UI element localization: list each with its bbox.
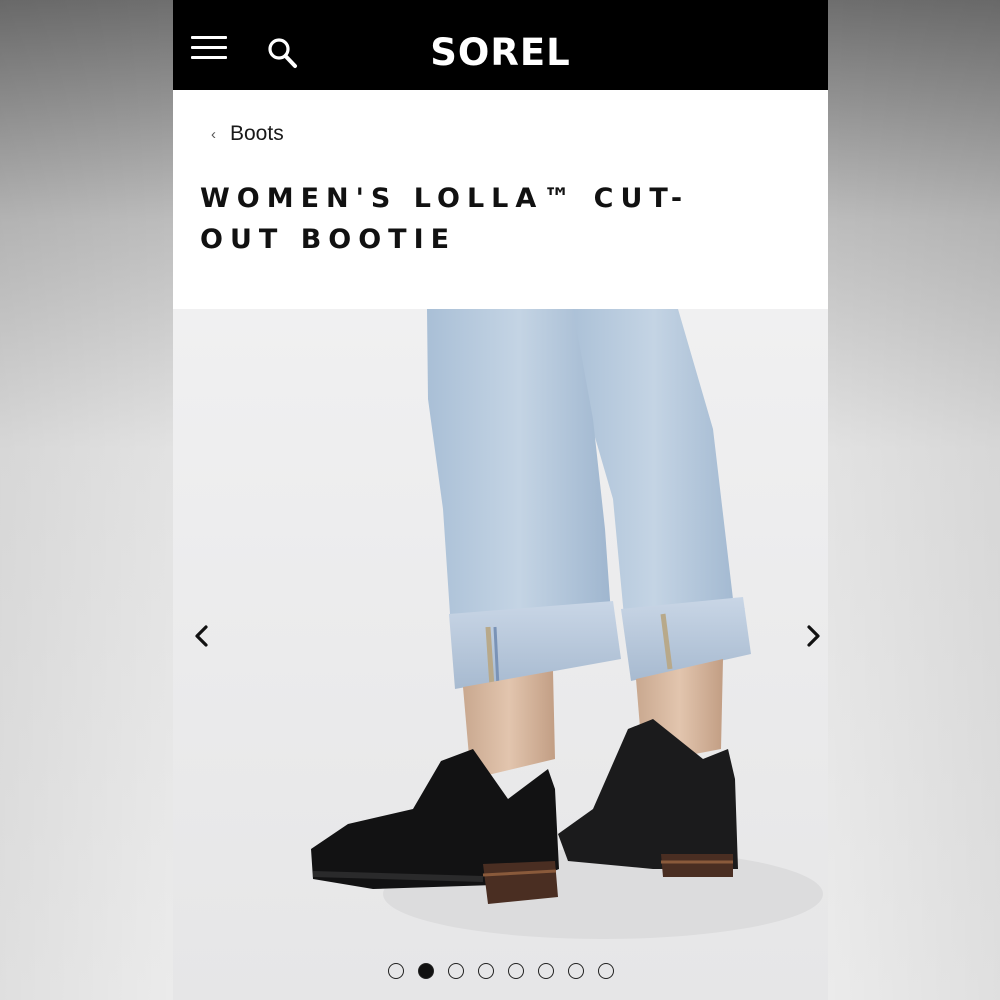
product-photo [173, 309, 828, 1000]
chevron-left-icon [195, 625, 208, 647]
carousel-next-button[interactable] [800, 619, 828, 653]
carousel-dot[interactable] [597, 963, 614, 979]
brand-logo[interactable]: SOREL [173, 30, 828, 76]
carousel-dot[interactable] [507, 963, 524, 979]
chevron-left-icon: ‹ [211, 125, 216, 143]
chevron-right-icon [807, 625, 820, 647]
carousel-dot[interactable] [477, 963, 494, 979]
product-image-carousel[interactable] [173, 309, 828, 1000]
left-backdrop [0, 0, 173, 1000]
right-backdrop [828, 0, 1000, 1000]
carousel-pagination [173, 963, 828, 979]
carousel-dot[interactable] [417, 963, 434, 979]
carousel-dot[interactable] [567, 963, 584, 979]
carousel-dot[interactable] [537, 963, 554, 979]
carousel-dot[interactable] [387, 963, 404, 979]
mobile-page: SOREL ‹ Boots WOMEN'S LOLLA™ CUT-OUT BOO… [173, 0, 828, 1000]
top-nav-bar: SOREL [173, 0, 828, 90]
breadcrumb[interactable]: ‹ Boots [211, 120, 284, 148]
carousel-dot[interactable] [447, 963, 464, 979]
product-title: WOMEN'S LOLLA™ CUT-OUT BOOTIE [200, 183, 690, 255]
carousel-prev-button[interactable] [187, 619, 215, 653]
breadcrumb-label: Boots [230, 122, 284, 145]
product-header: ‹ Boots WOMEN'S LOLLA™ CUT-OUT BOOTIE [173, 90, 828, 309]
